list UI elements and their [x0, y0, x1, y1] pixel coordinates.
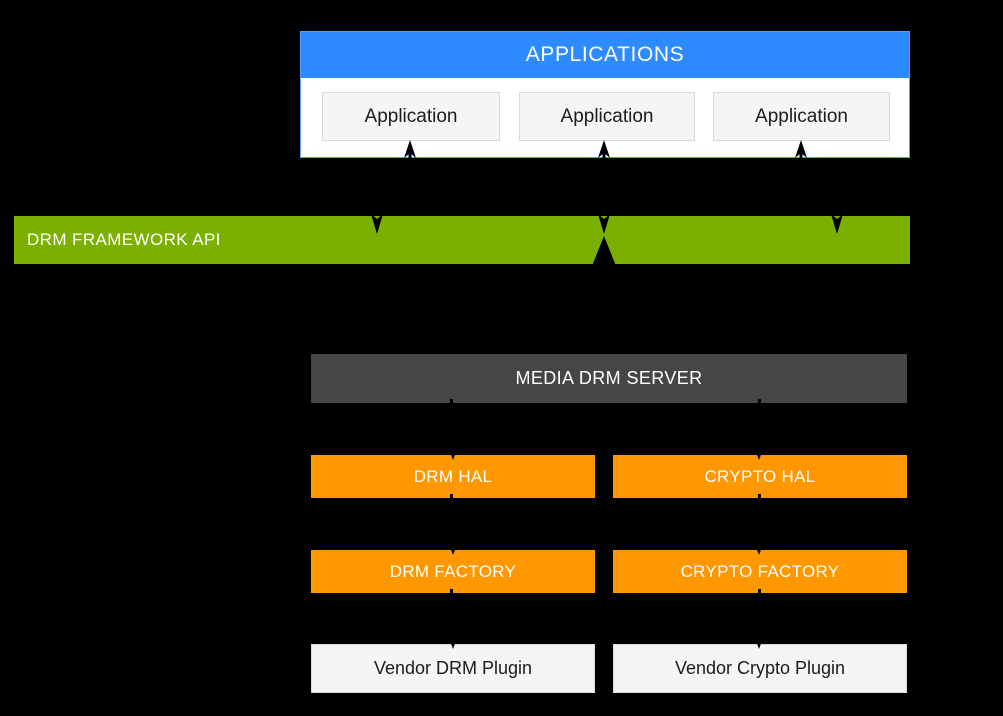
vendor-drm-plugin-label: Vendor DRM Plugin	[373, 658, 533, 678]
drm-factory-label: DRM FACTORY	[389, 561, 517, 581]
application-box-1: Application	[322, 92, 500, 141]
drm-architecture-diagram: APPLICATIONS Application Application App…	[0, 0, 1003, 716]
media-drm-server-box: MEDIA DRM SERVER	[311, 354, 907, 403]
drm-framework-api-bar: DRM FRAMEWORK API	[14, 216, 910, 264]
arrow-crypto-factory-to-vendor-plugin	[753, 589, 765, 649]
application-box-1-label: Application	[364, 105, 458, 127]
crypto-hal-box: CRYPTO HAL	[613, 455, 907, 498]
drm-factory-box: DRM FACTORY	[311, 550, 595, 593]
application-box-2-label: Application	[560, 105, 654, 127]
vendor-drm-plugin-box: Vendor DRM Plugin	[311, 644, 595, 693]
drm-hal-label: DRM HAL	[413, 466, 493, 486]
arrow-drm-hal-to-drm-factory	[447, 494, 459, 555]
arrow-crypto-hal-to-crypto-factory	[753, 494, 765, 555]
application-box-3-label: Application	[755, 105, 848, 127]
arrow-drm-factory-to-vendor-plugin	[447, 589, 459, 649]
arrow-server-to-drm-hal	[447, 399, 459, 460]
crypto-hal-label: CRYPTO HAL	[704, 466, 816, 486]
applications-header: APPLICATIONS	[301, 32, 909, 78]
application-box-3: Application	[713, 92, 890, 141]
applications-container: APPLICATIONS Application Application App…	[300, 31, 910, 158]
media-drm-server-label: MEDIA DRM SERVER	[515, 368, 703, 388]
drm-hal-box: DRM HAL	[311, 455, 595, 498]
arrow-server-to-crypto-hal	[753, 399, 765, 460]
crypto-factory-box: CRYPTO FACTORY	[613, 550, 907, 593]
application-box-2: Application	[519, 92, 695, 141]
vendor-crypto-plugin-box: Vendor Crypto Plugin	[613, 644, 907, 693]
vendor-crypto-plugin-label: Vendor Crypto Plugin	[674, 658, 846, 678]
drm-framework-api-label: DRM FRAMEWORK API	[27, 230, 221, 249]
crypto-factory-label: CRYPTO FACTORY	[680, 561, 840, 581]
